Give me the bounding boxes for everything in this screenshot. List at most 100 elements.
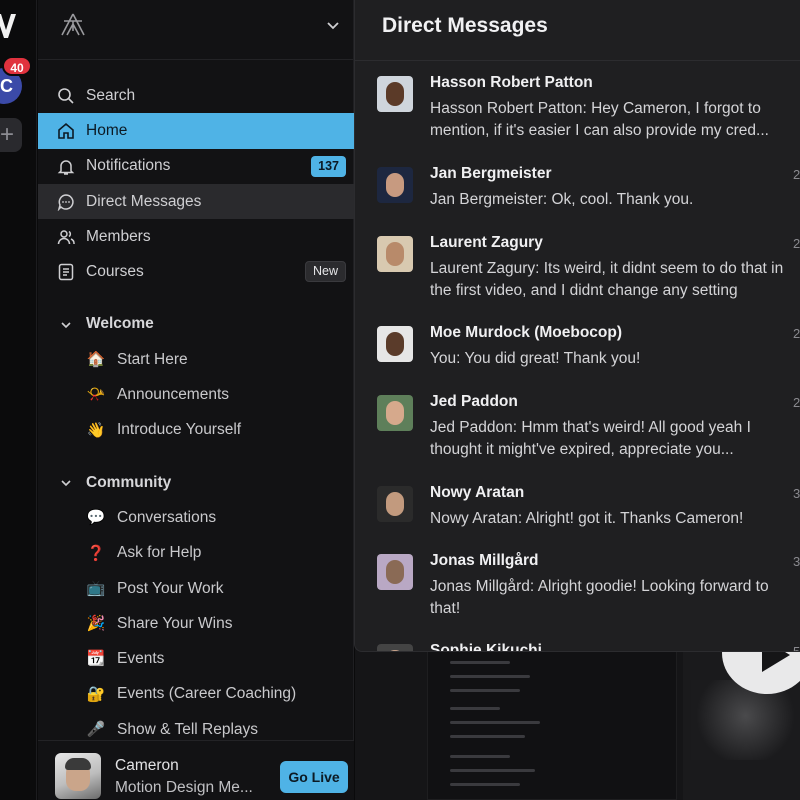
sidebar-nav: Search Home Notifications 137 Direct Mes… bbox=[38, 78, 354, 747]
chevron-down-icon bbox=[61, 480, 71, 487]
panel-title: Direct Messages bbox=[382, 14, 548, 37]
speech-balloon-icon: 💬 bbox=[86, 508, 106, 527]
thread-sender: Nowy Aratan bbox=[430, 484, 525, 501]
avatar bbox=[377, 554, 413, 590]
section-header-welcome[interactable]: Welcome bbox=[38, 307, 354, 342]
user-subtitle: Motion Design Me... bbox=[115, 779, 253, 796]
channel-events-career-coaching[interactable]: 🔐 Events (Career Coaching) bbox=[38, 677, 354, 712]
thread-time: 2 bbox=[793, 395, 800, 410]
sidebar-item-notifications[interactable]: Notifications 137 bbox=[38, 149, 354, 184]
courses-icon bbox=[58, 264, 74, 281]
chevron-down-icon bbox=[61, 322, 71, 328]
avatar[interactable] bbox=[55, 753, 101, 799]
section-title: Welcome bbox=[86, 315, 154, 333]
home-icon bbox=[58, 123, 74, 140]
thread-time: 2 bbox=[793, 167, 800, 182]
section-header-community[interactable]: Community bbox=[38, 465, 354, 500]
brand-logo-icon[interactable] bbox=[0, 8, 20, 48]
thread-sender: Moe Murdock (Moebocop) bbox=[430, 324, 623, 341]
sidebar-item-label: Home bbox=[86, 121, 128, 139]
workspace-rail: C 40 + bbox=[0, 0, 37, 800]
channel-post-your-work[interactable]: 📺 Post Your Work bbox=[38, 571, 354, 606]
thread-time: 3 bbox=[793, 554, 800, 569]
thread-time: 2 bbox=[793, 326, 800, 341]
community-logo-icon[interactable] bbox=[58, 11, 88, 41]
channel-events[interactable]: 📆 Events bbox=[38, 641, 354, 676]
horn-icon: 📯 bbox=[86, 385, 106, 404]
tv-icon: 📺 bbox=[86, 578, 106, 597]
new-badge: New bbox=[304, 261, 346, 283]
channel-share-your-wins[interactable]: 🎉 Share Your Wins bbox=[38, 606, 354, 641]
go-live-button[interactable]: Go Live bbox=[280, 761, 348, 793]
thread-sender: Jonas Millgård bbox=[430, 552, 539, 569]
channel-label: Events bbox=[117, 650, 165, 668]
thread-sender: Laurent Zagury bbox=[430, 234, 543, 251]
sidebar-item-members[interactable]: Members bbox=[38, 219, 354, 254]
chat-bubble-icon bbox=[57, 194, 74, 211]
thread-time: 3 bbox=[793, 486, 800, 501]
section-title: Community bbox=[86, 473, 172, 491]
thread-preview: Jed Paddon: Hmm that's weird! All good y… bbox=[430, 419, 751, 458]
channel-label: Ask for Help bbox=[117, 544, 202, 562]
avatar bbox=[377, 486, 413, 522]
channel-label: Share Your Wins bbox=[117, 614, 233, 632]
sidebar: Search Home Notifications 137 Direct Mes… bbox=[38, 0, 354, 800]
current-user-bar: Cameron Motion Design Me... Go Live bbox=[38, 740, 354, 800]
avatar bbox=[377, 395, 413, 431]
divider bbox=[355, 60, 800, 61]
sidebar-item-label: Notifications bbox=[86, 157, 171, 175]
thread-preview: You: You did great! Thank you! bbox=[430, 350, 641, 367]
lock-icon: 🔐 bbox=[86, 684, 106, 703]
avatar bbox=[377, 76, 413, 112]
add-workspace-button[interactable]: + bbox=[0, 118, 22, 152]
channel-label: Show & Tell Replays bbox=[117, 720, 259, 738]
channel-label: Introduce Yourself bbox=[117, 421, 242, 439]
channel-label: Post Your Work bbox=[117, 579, 224, 597]
channel-ask-for-help[interactable]: ❓ Ask for Help bbox=[38, 536, 354, 571]
channel-introduce-yourself[interactable]: 👋 Introduce Yourself bbox=[38, 413, 354, 448]
party-popper-icon: 🎉 bbox=[86, 614, 106, 633]
thread-sender: Hasson Robert Patton bbox=[430, 74, 593, 91]
thread-preview: Nowy Aratan: Alright! got it. Thanks Cam… bbox=[430, 510, 744, 527]
thread-preview: Hasson Robert Patton: Hey Cameron, I for… bbox=[430, 100, 769, 139]
sidebar-item-direct-messages[interactable]: Direct Messages bbox=[38, 183, 354, 220]
sidebar-item-courses[interactable]: Courses New bbox=[38, 254, 354, 289]
avatar bbox=[377, 167, 413, 203]
question-mark-icon: ❓ bbox=[86, 543, 106, 562]
sidebar-header bbox=[38, 0, 353, 60]
sidebar-item-search[interactable]: Search bbox=[38, 78, 354, 113]
thread-sender: Sophie Kikuchi bbox=[430, 642, 542, 652]
thread-preview: Laurent Zagury: Its weird, it didnt seem… bbox=[430, 260, 784, 299]
calendar-icon: 📆 bbox=[86, 649, 106, 668]
unread-badge: 40 bbox=[2, 56, 32, 76]
channel-label: Conversations bbox=[117, 508, 217, 526]
microphone-icon: 🎤 bbox=[86, 720, 106, 739]
post-screenshot-thumbnail[interactable] bbox=[427, 640, 677, 800]
thread-preview: Jonas Millgård: Alright goodie! Looking … bbox=[430, 578, 769, 617]
members-icon bbox=[57, 230, 75, 245]
channel-label: Announcements bbox=[117, 386, 230, 404]
thread-sender: Jed Paddon bbox=[430, 393, 518, 410]
wave-icon: 👋 bbox=[86, 420, 106, 439]
channel-label: Events (Career Coaching) bbox=[117, 685, 297, 703]
avatar bbox=[377, 326, 413, 362]
house-icon: 🏠 bbox=[86, 350, 106, 369]
search-icon bbox=[58, 88, 74, 104]
channel-announcements[interactable]: 📯 Announcements bbox=[38, 377, 354, 412]
thread-sender: Jan Bergmeister bbox=[430, 165, 552, 182]
thread-preview: Jan Bergmeister: Ok, cool. Thank you. bbox=[430, 191, 694, 208]
sidebar-item-label: Members bbox=[86, 227, 151, 245]
avatar bbox=[377, 644, 413, 651]
sidebar-item-label: Search bbox=[86, 86, 136, 104]
user-name: Cameron bbox=[115, 757, 179, 774]
channel-conversations[interactable]: 💬 Conversations bbox=[38, 500, 354, 535]
channel-label: Start Here bbox=[117, 350, 188, 368]
bell-icon bbox=[57, 159, 75, 175]
thread-time: 2 bbox=[793, 236, 800, 251]
channel-start-here[interactable]: 🏠 Start Here bbox=[38, 342, 354, 377]
sidebar-item-home[interactable]: Home bbox=[38, 113, 354, 149]
notifications-count-badge: 137 bbox=[311, 155, 346, 177]
thread-time: 5 bbox=[793, 644, 800, 652]
chevron-down-icon[interactable] bbox=[325, 17, 341, 33]
avatar bbox=[377, 236, 413, 272]
